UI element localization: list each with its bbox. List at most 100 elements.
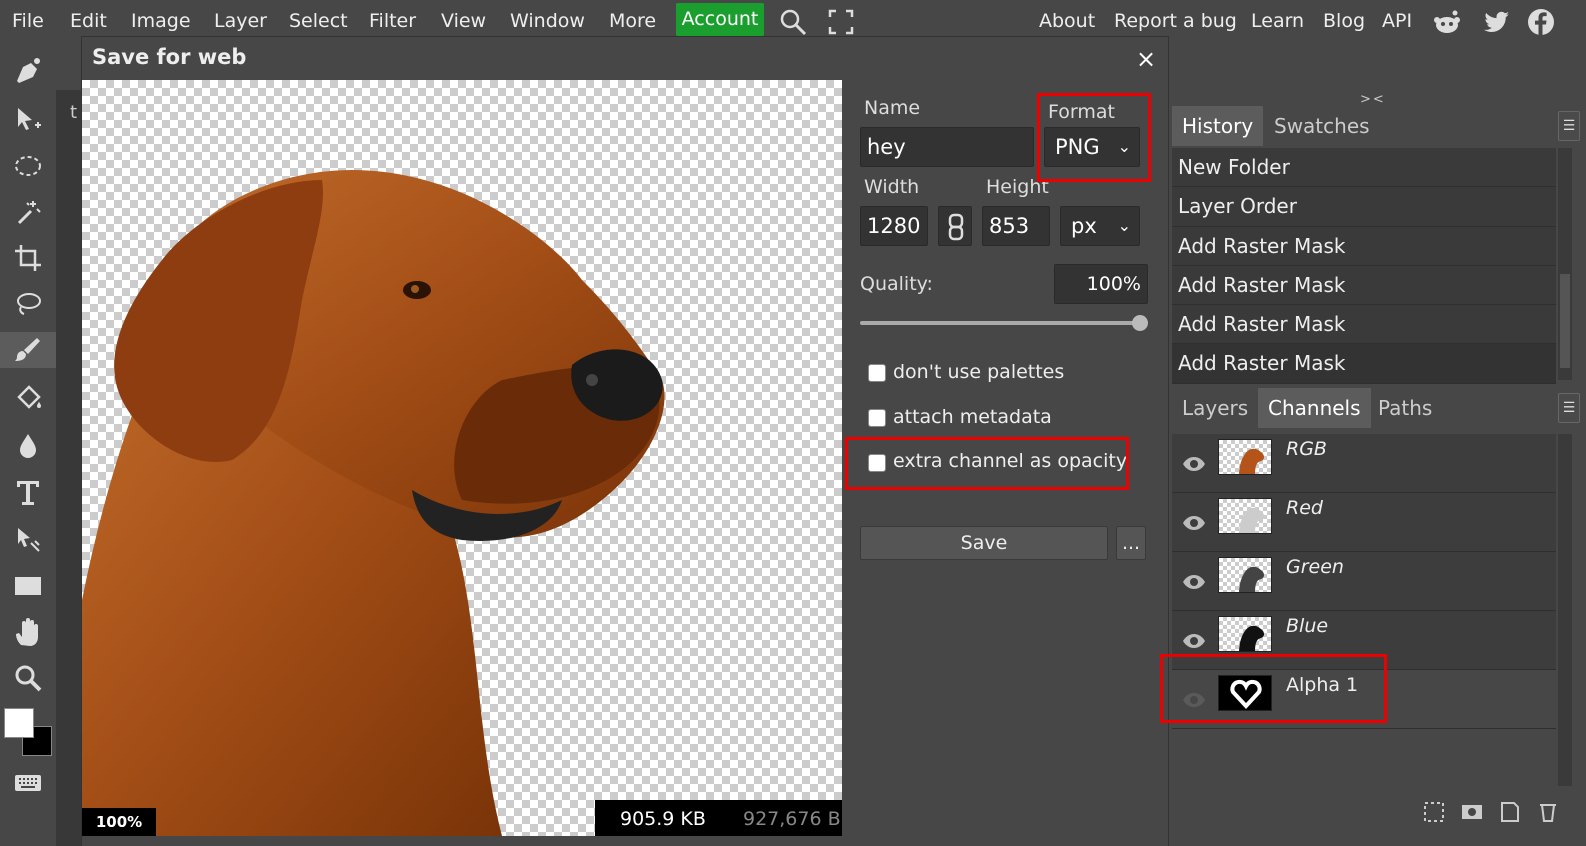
channel-row[interactable]: RGB — [1172, 434, 1556, 493]
history-item[interactable]: New Folder — [1172, 148, 1556, 188]
quality-slider-knob[interactable] — [1132, 315, 1148, 331]
image-preview[interactable]: 100% 905.9 KB 927,676 B — [82, 80, 842, 836]
new-channel-icon[interactable] — [1498, 800, 1522, 824]
tab-paths[interactable]: Paths — [1368, 388, 1442, 428]
tab-layers[interactable]: Layers — [1172, 388, 1258, 428]
more-options-button[interactable]: ... — [1116, 526, 1146, 560]
save-button[interactable]: Save — [860, 526, 1108, 560]
menu-filter[interactable]: Filter — [369, 8, 416, 34]
menu-edit[interactable]: Edit — [70, 8, 107, 34]
width-input[interactable]: 1280 — [860, 206, 928, 246]
menu-select[interactable]: Select — [289, 8, 348, 34]
channel-name: Green — [1286, 556, 1344, 578]
move-tool-icon[interactable] — [10, 102, 46, 138]
attach-metadata-checkbox[interactable] — [868, 409, 886, 427]
history-panel-menu-icon[interactable]: ☰ — [1558, 111, 1580, 141]
menu-image[interactable]: Image — [131, 8, 191, 34]
hand-tool-icon[interactable] — [10, 614, 46, 650]
extra-channel-opacity-label: extra channel as opacity — [893, 450, 1128, 472]
tab-channels[interactable]: Channels — [1258, 388, 1371, 428]
menu-blog[interactable]: Blog — [1323, 8, 1365, 34]
channel-name: RGB — [1286, 438, 1327, 460]
history-item[interactable]: Layer Order — [1172, 187, 1556, 227]
channel-thumbnail — [1218, 557, 1272, 593]
history-scrollbar[interactable] — [1558, 148, 1572, 380]
height-label: Height — [986, 176, 1049, 198]
channel-row-alpha[interactable]: Alpha 1 — [1172, 670, 1556, 729]
eye-icon[interactable] — [1182, 688, 1206, 712]
channels-scrollbar[interactable] — [1558, 434, 1572, 786]
fullscreen-icon[interactable] — [826, 7, 856, 37]
history-scroll-thumb[interactable] — [1560, 274, 1570, 368]
menu-window[interactable]: Window — [510, 8, 585, 34]
history-item[interactable]: Add Raster Mask — [1172, 226, 1556, 266]
blur-drop-icon[interactable] — [10, 428, 46, 464]
eye-icon[interactable] — [1182, 452, 1206, 476]
pen-tool-icon[interactable] — [10, 52, 46, 88]
quality-slider[interactable] — [860, 321, 1140, 325]
brush-tool-icon[interactable] — [0, 332, 56, 368]
fill-bucket-icon[interactable] — [10, 380, 46, 416]
height-input[interactable]: 853 — [982, 206, 1050, 246]
trash-icon[interactable] — [1536, 800, 1560, 824]
twitter-icon[interactable] — [1482, 7, 1512, 37]
quality-input[interactable]: 100% — [1054, 264, 1148, 304]
unit-select[interactable]: px ⌄ — [1060, 206, 1140, 246]
channel-row[interactable]: Red — [1172, 493, 1556, 552]
channel-name: Red — [1286, 497, 1323, 519]
format-select[interactable]: PNG ⌄ — [1044, 127, 1140, 167]
history-item-current[interactable]: Add Raster Mask — [1172, 344, 1556, 384]
dont-use-palettes-checkbox[interactable] — [868, 364, 886, 382]
menu-view[interactable]: View — [441, 8, 486, 34]
collapse-panels-button[interactable]: >< — [1360, 92, 1386, 107]
foreground-color-swatch[interactable] — [4, 708, 34, 738]
menu-file[interactable]: File — [12, 8, 44, 34]
menu-report-bug[interactable]: Report a bug — [1114, 8, 1237, 34]
search-icon[interactable] — [778, 7, 808, 37]
menu-more[interactable]: More — [609, 8, 656, 34]
history-tabs: History Swatches ☰ — [1172, 106, 1586, 146]
magic-wand-icon[interactable] — [10, 194, 46, 230]
channels-panel-menu-icon[interactable]: ☰ — [1558, 393, 1580, 423]
right-panels: >< History Swatches ☰ New Folder Layer O… — [1172, 42, 1586, 846]
unit-value: px — [1071, 214, 1097, 238]
quality-label: Quality: — [860, 273, 933, 295]
channel-row[interactable]: Blue — [1172, 611, 1556, 670]
rectangle-tool-icon[interactable] — [10, 568, 46, 604]
dialog-title: Save for web — [92, 45, 247, 69]
menu-learn[interactable]: Learn — [1251, 8, 1304, 34]
history-item[interactable]: Add Raster Mask — [1172, 265, 1556, 306]
account-button[interactable]: Account — [676, 3, 764, 36]
crop-tool-icon[interactable] — [10, 240, 46, 276]
keyboard-icon[interactable] — [10, 764, 46, 800]
zoom-tool-icon[interactable] — [10, 660, 46, 696]
layer-tabs: Layers Channels Paths ☰ — [1172, 388, 1586, 428]
eye-icon[interactable] — [1182, 629, 1206, 653]
menu-api[interactable]: API — [1382, 8, 1412, 34]
lasso-tool-icon[interactable] — [10, 286, 46, 322]
facebook-icon[interactable] — [1526, 7, 1556, 37]
menu-layer[interactable]: Layer — [214, 8, 267, 34]
eye-icon[interactable] — [1182, 511, 1206, 535]
save-for-web-dialog: Save for web × 100% 905.9 KB 927,676 B N… — [82, 37, 1168, 846]
mask-icon[interactable] — [1460, 800, 1484, 824]
channel-thumbnail — [1218, 616, 1272, 652]
text-tool-icon[interactable] — [10, 474, 46, 510]
close-icon[interactable]: × — [1136, 45, 1156, 73]
selection-icon[interactable] — [1422, 800, 1446, 824]
width-label: Width — [864, 176, 920, 198]
marquee-tool-icon[interactable] — [10, 148, 46, 184]
extra-channel-opacity-checkbox[interactable] — [868, 454, 886, 472]
reddit-icon[interactable] — [1432, 7, 1462, 37]
color-swatch-pair[interactable] — [4, 708, 56, 760]
tab-history[interactable]: History — [1172, 106, 1264, 146]
history-item[interactable]: Add Raster Mask — [1172, 305, 1556, 345]
menu-about[interactable]: About — [1039, 8, 1095, 34]
eye-icon[interactable] — [1182, 570, 1206, 594]
path-select-icon[interactable] — [10, 522, 46, 558]
tab-swatches[interactable]: Swatches — [1264, 106, 1380, 146]
name-input[interactable]: hey — [860, 127, 1034, 167]
link-dimensions-icon[interactable] — [938, 206, 972, 246]
channel-row[interactable]: Green — [1172, 552, 1556, 611]
channels-bottom-toolbar — [1422, 800, 1560, 824]
